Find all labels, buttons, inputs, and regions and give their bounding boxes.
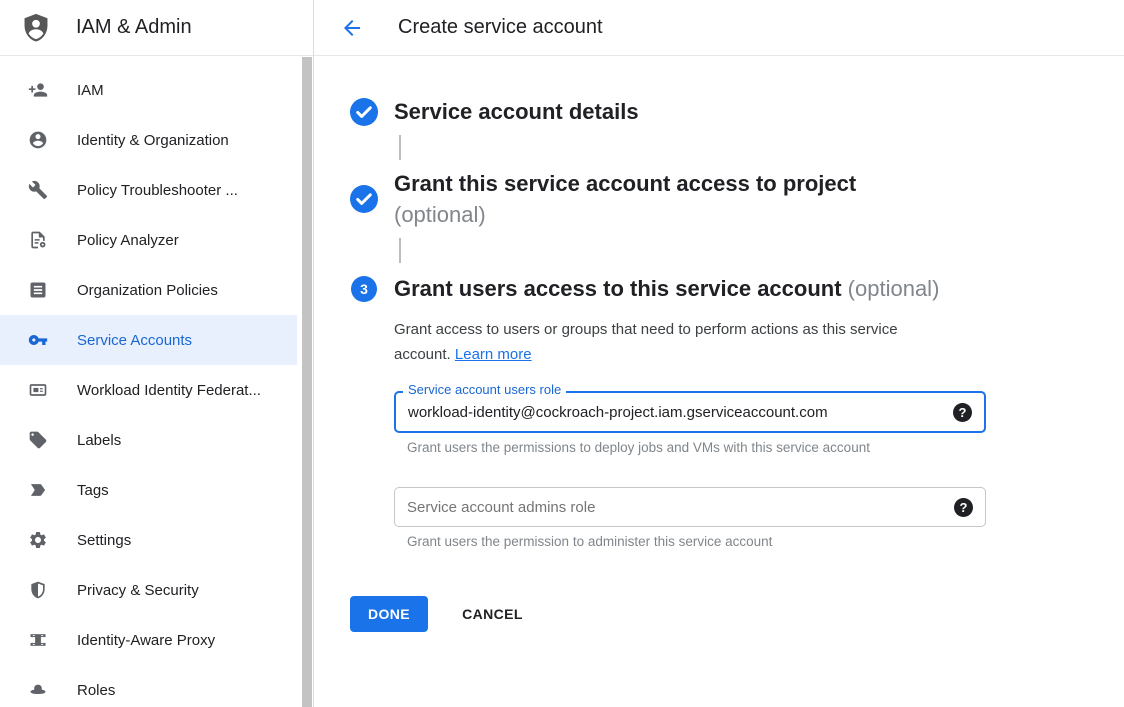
step-2-title-text: Grant this service account access to pro… [394,171,856,196]
sidebar-item-label: Service Accounts [77,332,192,349]
account-circle-icon [28,130,48,150]
product-name: IAM & Admin [76,16,192,39]
sidebar-item-settings[interactable]: Settings [0,515,297,565]
step-3-title-text: Grant users access to this service accou… [394,276,842,301]
sidebar-item-label: Identity-Aware Proxy [77,632,215,649]
sidebar-item-label: Identity & Organization [77,132,229,149]
article-icon [28,280,48,300]
sidebar-item-label: Settings [77,532,131,549]
sidebar-item-label: Labels [77,432,121,449]
page-title: Create service account [398,16,603,39]
admins-role-field-group: ? [394,487,986,527]
sidebar-header: IAM & Admin [0,0,313,56]
step-3-grant-users-access: 3 Grant users access to this service acc… [350,273,1124,304]
step-complete-check-icon [350,185,378,213]
sidebar-item-label: Tags [77,482,109,499]
step-connector-line [399,135,401,160]
sidebar-item-label: Privacy & Security [77,582,199,599]
sidebar-item-workload-identity-federat[interactable]: Workload Identity Federat... [0,365,297,415]
users-role-helper-text: Grant users the permissions to deploy jo… [407,440,1124,455]
shield-icon [28,580,48,600]
sidebar-item-policy-troubleshooter[interactable]: Policy Troubleshooter ... [0,165,297,215]
sidebar-item-label: Roles [77,682,115,699]
sidebar-item-identity-aware-proxy[interactable]: Identity-Aware Proxy [0,615,297,665]
help-icon[interactable]: ? [954,498,973,517]
sidebar-item-tags[interactable]: Tags [0,465,297,515]
back-arrow-icon[interactable] [340,16,364,40]
label-tag-icon [28,430,48,450]
step-2-optional-label: (optional) [394,199,856,230]
sidebar-item-label: Workload Identity Federat... [77,382,261,399]
service-account-key-icon [28,330,48,350]
person-add-icon [28,80,48,100]
sidebar-item-labels[interactable]: Labels [0,415,297,465]
proxy-filmstrip-icon [28,630,48,650]
sidebar: IAM & Admin IAM Identity & Organization … [0,0,314,707]
step-2-title: Grant this service account access to pro… [394,168,856,230]
iam-admin-shield-logo-icon [20,11,52,45]
step-3-number-badge: 3 [351,276,377,302]
users-role-field-box: ? [394,391,986,433]
sidebar-item-label: Organization Policies [77,282,218,299]
step-1-service-account-details: Service account details [350,96,1124,127]
cancel-button[interactable]: CANCEL [462,606,523,622]
sidebar-item-organization-policies[interactable]: Organization Policies [0,265,297,315]
step-3-title: Grant users access to this service accou… [394,273,939,304]
users-role-field-label: Service account users role [403,382,566,397]
wrench-icon [28,180,48,200]
sidebar-item-label: Policy Troubleshooter ... [77,182,238,199]
done-button[interactable]: DONE [350,596,428,632]
admins-role-input[interactable] [407,499,954,516]
step-1-title: Service account details [394,96,639,127]
users-role-field-group: Service account users role ? [394,391,986,433]
policy-analyzer-icon [28,230,48,250]
sidebar-nav: IAM Identity & Organization Policy Troub… [0,56,313,707]
users-role-input[interactable] [408,404,953,421]
step-2-grant-access-to-project: Grant this service account access to pro… [350,168,1124,230]
learn-more-link[interactable]: Learn more [455,346,532,363]
admins-role-helper-text: Grant users the permission to administer… [407,534,1124,549]
gcp-console-window: IAM & Admin IAM Identity & Organization … [0,0,1124,707]
step-3-optional-label: (optional) [848,276,940,301]
sidebar-item-policy-analyzer[interactable]: Policy Analyzer [0,215,297,265]
sidebar-item-label: IAM [77,82,104,99]
sidebar-scrollbar[interactable] [302,57,312,707]
page-header: Create service account [314,0,1124,56]
sidebar-item-identity-organization[interactable]: Identity & Organization [0,115,297,165]
tag-arrow-icon [28,480,48,500]
sidebar-item-roles[interactable]: Roles [0,665,297,707]
badge-card-icon [28,380,48,400]
wizard-actions: DONE CANCEL [350,596,1124,632]
step-3-description: Grant access to users or groups that nee… [394,317,952,367]
main-panel: Create service account Service account d… [314,0,1124,707]
wizard-content: Service account details Grant this servi… [314,56,1124,632]
step-complete-check-icon [350,98,378,126]
sidebar-item-label: Policy Analyzer [77,232,179,249]
sidebar-item-privacy-security[interactable]: Privacy & Security [0,565,297,615]
sidebar-item-service-accounts[interactable]: Service Accounts [0,315,297,365]
gear-icon [28,530,48,550]
help-icon[interactable]: ? [953,403,972,422]
roles-hat-icon [28,680,48,700]
admins-role-field-box: ? [394,487,986,527]
step-3-body: Grant access to users or groups that nee… [394,317,1124,549]
step-connector-line [399,238,401,263]
sidebar-item-iam[interactable]: IAM [0,65,297,115]
